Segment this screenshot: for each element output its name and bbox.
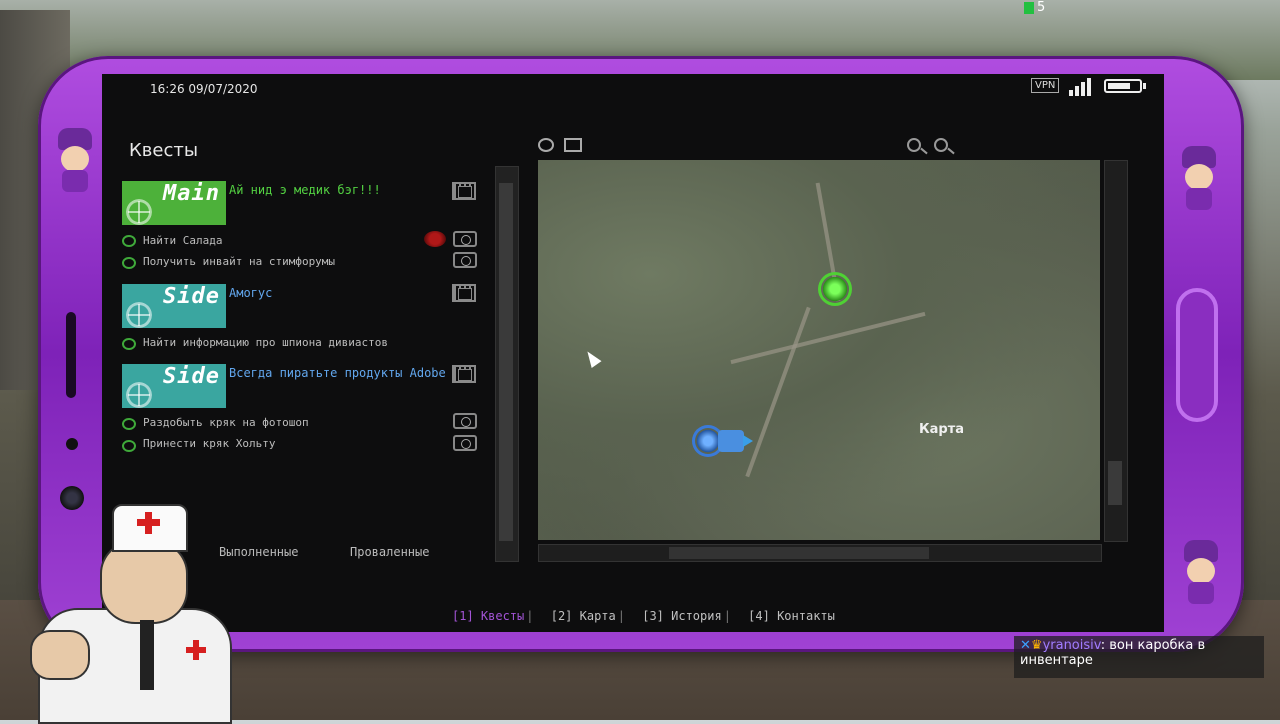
hat-kid-avatar-right-top xyxy=(1176,146,1222,210)
phone-side-button xyxy=(66,312,76,398)
task-status-icon xyxy=(122,440,136,452)
quests-scroll-thumb[interactable] xyxy=(499,183,513,541)
counter-value: 5 xyxy=(1037,0,1046,15)
battery-icon xyxy=(1104,79,1142,93)
zoom-out-icon[interactable] xyxy=(934,138,948,152)
tab-contacts[interactable]: [4] Контакты xyxy=(748,609,835,623)
quest-badge-main[interactable]: Main xyxy=(122,181,226,225)
crown-icon: ♛ xyxy=(1030,638,1043,653)
tab-history[interactable]: [3] История xyxy=(642,609,721,623)
danger-icon xyxy=(424,231,446,247)
chat-badge-icon: ✕ xyxy=(1020,638,1031,653)
map-horizontal-scrollbar[interactable] xyxy=(538,544,1102,562)
task-status-icon xyxy=(122,338,136,350)
map-horizontal-scroll-thumb[interactable] xyxy=(669,547,929,559)
show-on-map-icon[interactable] xyxy=(453,231,477,247)
target-icon xyxy=(126,199,152,225)
quest-title[interactable]: Ай нид э медик бэг!!! xyxy=(229,183,381,197)
hat-kid-avatar-left xyxy=(52,128,98,192)
quest-target-marker[interactable] xyxy=(821,275,849,303)
quest-badge-side[interactable]: Side xyxy=(122,364,226,408)
cursor-icon xyxy=(582,348,602,368)
task-label[interactable]: Получить инвайт на стимфорумы xyxy=(143,255,335,268)
task-status-icon xyxy=(122,257,136,269)
chat-username: yranoisiv xyxy=(1042,638,1101,653)
show-on-map-icon[interactable] xyxy=(453,252,477,268)
quest-badge-label: Side xyxy=(163,364,220,389)
status-bar: 16:26 09/07/2020 VPN xyxy=(102,74,1164,102)
counter-icon xyxy=(1024,1,1034,14)
map-road xyxy=(730,311,926,365)
map-vertical-scrollbar[interactable] xyxy=(1104,160,1128,542)
quest-badge-side[interactable]: Side xyxy=(122,284,226,328)
task-label[interactable]: Найти Салада xyxy=(143,234,222,247)
show-on-map-icon[interactable] xyxy=(453,413,477,429)
tab-map[interactable]: [2] Карта xyxy=(551,609,616,623)
quest-title[interactable]: Всегда пиратьте продукты Adobe xyxy=(229,366,446,380)
map-fullscreen-icon[interactable] xyxy=(564,138,582,152)
task-label[interactable]: Принести кряк Хольту xyxy=(143,437,275,450)
status-datetime: 16:26 09/07/2020 xyxy=(150,82,258,96)
battery-tip xyxy=(1143,83,1146,89)
target-icon xyxy=(126,302,152,328)
vpn-indicator: VPN xyxy=(1031,78,1060,93)
doctor-sticker xyxy=(20,500,240,724)
quest-film-icon[interactable] xyxy=(452,182,476,200)
quest-film-icon[interactable] xyxy=(452,365,476,383)
phone-sensor xyxy=(66,438,78,450)
quest-film-icon[interactable] xyxy=(452,284,476,302)
stream-counter: 5 xyxy=(1024,0,1045,15)
quest-badge-label: Side xyxy=(163,284,220,309)
pda-screen: 16:26 09/07/2020 VPN Квесты Main Ай нид … xyxy=(102,74,1164,632)
quest-title[interactable]: Амогус xyxy=(229,286,272,300)
map-center-icon[interactable] xyxy=(538,138,554,152)
hat-kid-avatar-right-bottom xyxy=(1178,540,1224,604)
task-label[interactable]: Раздобыть кряк на фотошоп xyxy=(143,416,309,429)
player-icon[interactable] xyxy=(718,430,744,452)
target-icon xyxy=(126,382,152,408)
stream-chat-message: ✕♛yranoisiv: вон каробка в инвентаре xyxy=(1014,636,1264,678)
quests-title: Квесты xyxy=(129,140,199,161)
map-label: Карта xyxy=(919,422,965,437)
tab-failed[interactable]: Проваленные xyxy=(350,545,429,559)
bottom-tabs: [1] Квесты | [2] Карта | [3] История | [4] … xyxy=(452,609,835,623)
show-on-map-icon[interactable] xyxy=(453,435,477,451)
player-direction-icon xyxy=(743,435,753,447)
task-status-icon xyxy=(122,235,136,247)
zoom-in-icon[interactable] xyxy=(907,138,921,152)
phone-home-button[interactable] xyxy=(1176,288,1218,422)
task-label[interactable]: Найти информацию про шпиона дивиастов xyxy=(143,336,388,349)
quests-scrollbar[interactable] xyxy=(495,166,519,562)
map-view[interactable]: Карта xyxy=(538,160,1100,540)
signal-icon xyxy=(1069,76,1097,96)
map-vertical-scroll-thumb[interactable] xyxy=(1108,461,1122,505)
tab-quests[interactable]: [1] Квесты xyxy=(452,609,524,623)
map-road xyxy=(745,306,811,478)
task-status-icon xyxy=(122,418,136,430)
quest-badge-label: Main xyxy=(163,181,220,206)
